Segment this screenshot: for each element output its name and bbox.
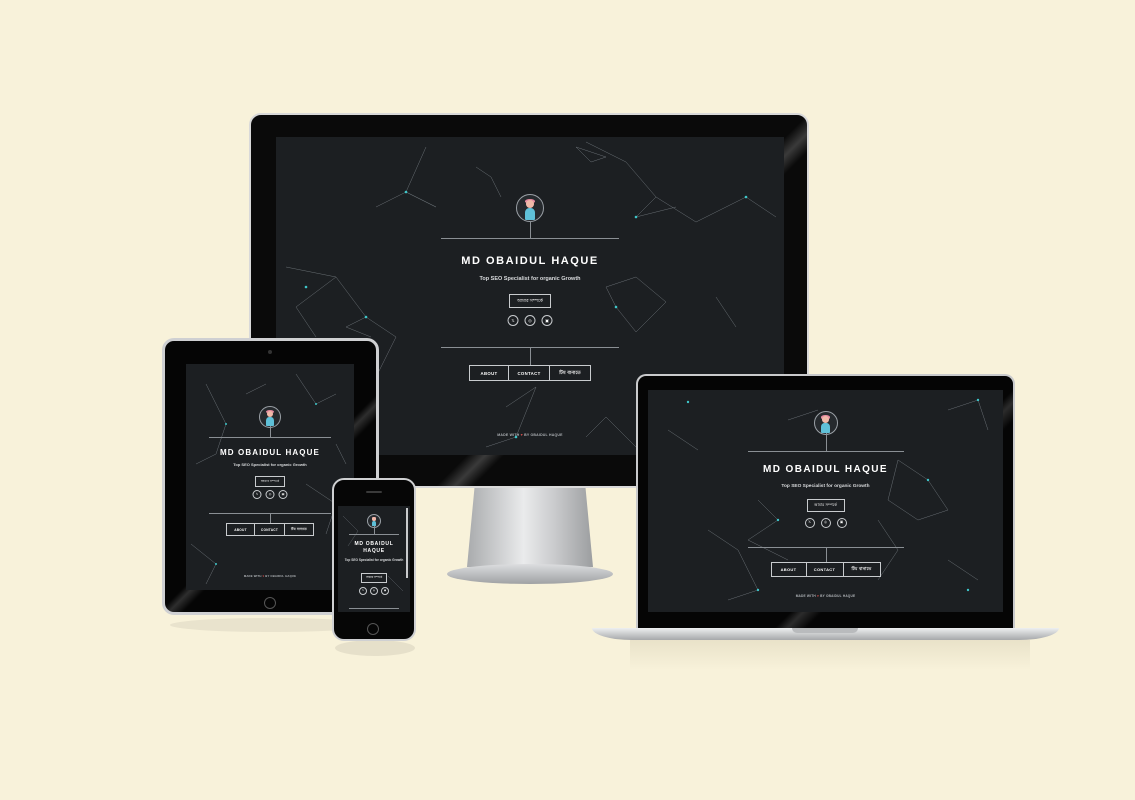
page-title: MD OBAIDUL HAQUE [220,448,320,457]
nav-contact[interactable]: CONTACT [508,366,549,380]
footer-suffix: BY OBAIDUL HAQUE [820,594,856,598]
twitter-icon[interactable]: 𝕏 [507,315,519,326]
heart-icon: ♥ [520,433,523,437]
footer-suffix: BY OBAIDUL HAQUE [265,574,297,578]
about-me-button[interactable]: আমার সম্পর্কে [255,476,285,487]
divider-vertical [825,547,827,562]
twitter-icon[interactable]: 𝕏 [359,587,367,595]
divider-horizontal [349,608,399,609]
social-links: 𝕏 ◎ ▣ [252,490,288,499]
footer-prefix: MADE WITH [243,574,262,578]
nav-contact[interactable]: CONTACT [805,563,843,576]
divider-horizontal [441,238,619,239]
tablet-camera [268,350,272,354]
tagline: Top SEO Specialist for organic Growth [233,462,307,467]
about-me-button[interactable]: আমার সম্পর্কে [361,573,387,583]
main-nav: ABOUT CONTACT টিম বানাতে [226,523,314,536]
about-me-button[interactable]: আমার সম্পর্কে [806,499,845,512]
heart-icon: ♥ [816,594,820,598]
phone-screen: MD OBAIDUL HAQUE Top SEO Specialist for … [338,506,410,612]
footer-suffix: BY OBAIDUL HAQUE [524,433,563,437]
nav-about[interactable]: ABOUT [772,563,806,576]
phone-speaker [366,491,382,493]
divider-horizontal [747,451,904,452]
tagline: Top SEO Specialist for organic Growth [344,558,404,562]
footer: MADE WITH ♥ BY OBAIDUL HAQUE [648,594,1003,598]
avatar [813,411,838,435]
footer-prefix: MADE WITH [497,433,520,437]
laptop-shadow [630,640,1030,670]
twitter-icon[interactable]: 𝕏 [252,490,262,499]
linkedin-icon[interactable]: ▣ [381,587,389,595]
linkedin-icon[interactable]: ▣ [836,518,847,528]
nav-about[interactable]: ABOUT [227,524,254,535]
tagline: Top SEO Specialist for organic Growth [781,484,870,489]
linkedin-icon[interactable]: ▣ [278,490,288,499]
phone-shadow [335,640,415,656]
nav-team[interactable]: টিম বানাতে [284,524,313,535]
main-nav: ABOUT CONTACT টিম বানাতে [770,562,881,577]
monitor-stand-neck [467,487,593,567]
avatar [516,194,544,222]
avatar [259,406,281,428]
social-links: 𝕏 ◎ ▣ [804,518,847,528]
nav-about[interactable]: ABOUT [470,366,508,380]
linkedin-icon[interactable]: ▣ [541,315,553,326]
divider-vertical [270,513,271,523]
tablet-home-button [264,597,276,609]
laptop-screen: MD OBAIDUL HAQUE Top SEO Specialist for … [648,390,1003,612]
divider-vertical [825,433,827,451]
divider-vertical [530,347,531,365]
nav-team[interactable]: টিম বানাতে [842,563,880,576]
main-nav: ABOUT CONTACT টিম বানাতে [469,365,591,381]
tablet-screen: MD OBAIDUL HAQUE Top SEO Specialist for … [186,364,354,590]
phone-home-button [367,623,379,635]
twitter-icon[interactable]: 𝕏 [804,518,815,528]
github-icon[interactable]: ◎ [265,490,275,499]
divider-vertical [270,426,271,437]
monitor-stand-base [447,564,613,584]
page-title: MD OBAIDUL HAQUE [354,541,394,554]
divider-vertical [530,221,531,238]
divider-vertical [374,526,375,534]
footer-prefix: MADE WITH [795,594,816,598]
page-title: MD OBAIDUL HAQUE [763,464,888,475]
about-me-button[interactable]: আমার সম্পর্কে [509,294,551,308]
page-title: MD OBAIDUL HAQUE [461,255,599,267]
social-links: 𝕏 ◎ ▣ [359,587,389,595]
github-icon[interactable]: ◎ [524,315,536,326]
nav-contact[interactable]: CONTACT [254,524,284,535]
social-links: 𝕏 ◎ ▣ [507,315,553,326]
github-icon[interactable]: ◎ [820,518,831,528]
github-icon[interactable]: ◎ [370,587,378,595]
divider-horizontal [349,534,399,535]
divider-horizontal [209,437,331,438]
footer: MADE WITH ♥ BY OBAIDUL HAQUE [186,574,354,578]
laptop-notch [792,628,858,633]
tagline: Top SEO Specialist for organic Growth [479,276,581,282]
nav-team[interactable]: টিম বানাতে [549,366,590,380]
